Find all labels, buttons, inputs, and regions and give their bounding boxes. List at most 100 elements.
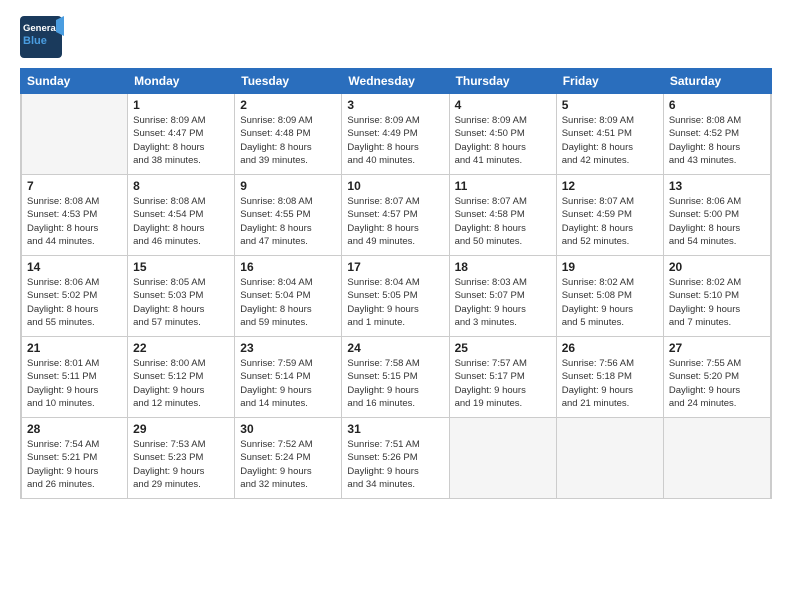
- calendar-cell: 3 Sunrise: 8:09 AMSunset: 4:49 PMDaylight…: [342, 94, 449, 174]
- calendar-body-outer: 1 Sunrise: 8:09 AMSunset: 4:47 PMDaylight…: [20, 94, 772, 499]
- calendar-cell: 18 Sunrise: 8:03 AMSunset: 5:07 PMDayligh…: [450, 256, 557, 336]
- day-number: 7: [27, 179, 122, 193]
- day-number: 9: [240, 179, 336, 193]
- day-info: Sunrise: 7:59 AMSunset: 5:14 PMDaylight:…: [240, 357, 336, 410]
- day-number: 5: [562, 98, 658, 112]
- day-number: 20: [669, 260, 765, 274]
- day-info: Sunrise: 8:01 AMSunset: 5:11 PMDaylight:…: [27, 357, 122, 410]
- day-number: 4: [455, 98, 551, 112]
- day-number: 8: [133, 179, 229, 193]
- calendar-cell: 8Sunrise: 8:08 AMSunset: 4:54 PMDaylight…: [128, 175, 235, 255]
- svg-text:Blue: Blue: [23, 35, 47, 47]
- day-info: Sunrise: 8:09 AMSunset: 4:49 PMDaylight:…: [347, 114, 443, 167]
- calendar-cell: 23 Sunrise: 7:59 AMSunset: 5:14 PMDayligh…: [235, 337, 342, 417]
- calendar-cell: 28Sunrise: 7:54 AMSunset: 5:21 PMDayligh…: [21, 418, 128, 498]
- calendar-cell: 17Sunrise: 8:04 AMSunset: 5:05 PMDayligh…: [342, 256, 449, 336]
- day-number: 18: [455, 260, 551, 274]
- calendar-cell: 4 Sunrise: 8:09 AMSunset: 4:50 PMDaylight…: [450, 94, 557, 174]
- calendar-cell: 12 Sunrise: 8:07 AMSunset: 4:59 PMDayligh…: [557, 175, 664, 255]
- day-number: 6: [669, 98, 765, 112]
- calendar-cell: [664, 418, 771, 498]
- calendar-cell: 26Sunrise: 7:56 AMSunset: 5:18 PMDayligh…: [557, 337, 664, 417]
- day-number: 19: [562, 260, 658, 274]
- day-info: Sunrise: 8:08 AMSunset: 4:52 PMDaylight:…: [669, 114, 765, 167]
- calendar-cell: 14 Sunrise: 8:06 AMSunset: 5:02 PMDayligh…: [21, 256, 128, 336]
- calendar-cell: 27 Sunrise: 7:55 AMSunset: 5:20 PMDayligh…: [664, 337, 771, 417]
- day-number: 3: [347, 98, 443, 112]
- day-number: 29: [133, 422, 229, 436]
- calendar-cell: 9 Sunrise: 8:08 AMSunset: 4:55 PMDaylight…: [235, 175, 342, 255]
- day-info: Sunrise: 8:09 AMSunset: 4:50 PMDaylight:…: [455, 114, 551, 167]
- calendar-cell: [21, 94, 128, 174]
- calendar-page: General Blue SundayMondayTuesdayWednesda…: [0, 0, 792, 612]
- logo: General Blue: [20, 16, 100, 58]
- day-info: Sunrise: 8:07 AMSunset: 4:57 PMDaylight:…: [347, 195, 443, 248]
- logo-svg: General Blue: [20, 16, 100, 58]
- day-number: 28: [27, 422, 122, 436]
- day-number: 15: [133, 260, 229, 274]
- header-day-monday: Monday: [128, 69, 235, 93]
- day-info: Sunrise: 8:09 AMSunset: 4:47 PMDaylight:…: [133, 114, 229, 167]
- calendar: SundayMondayTuesdayWednesdayThursdayFrid…: [20, 68, 772, 600]
- calendar-row-4: 28Sunrise: 7:54 AMSunset: 5:21 PMDayligh…: [21, 418, 771, 498]
- day-info: Sunrise: 8:08 AMSunset: 4:53 PMDaylight:…: [27, 195, 122, 248]
- calendar-cell: 30Sunrise: 7:52 AMSunset: 5:24 PMDayligh…: [235, 418, 342, 498]
- day-info: Sunrise: 8:07 AMSunset: 4:59 PMDaylight:…: [562, 195, 658, 248]
- calendar-row-3: 21 Sunrise: 8:01 AMSunset: 5:11 PMDayligh…: [21, 337, 771, 418]
- calendar-cell: 20 Sunrise: 8:02 AMSunset: 5:10 PMDayligh…: [664, 256, 771, 336]
- day-number: 12: [562, 179, 658, 193]
- day-info: Sunrise: 8:08 AMSunset: 4:55 PMDaylight:…: [240, 195, 336, 248]
- day-info: Sunrise: 7:55 AMSunset: 5:20 PMDaylight:…: [669, 357, 765, 410]
- calendar-cell: 16Sunrise: 8:04 AMSunset: 5:04 PMDayligh…: [235, 256, 342, 336]
- day-number: 25: [455, 341, 551, 355]
- calendar-cell: 1 Sunrise: 8:09 AMSunset: 4:47 PMDaylight…: [128, 94, 235, 174]
- calendar-cell: 6 Sunrise: 8:08 AMSunset: 4:52 PMDaylight…: [664, 94, 771, 174]
- day-info: Sunrise: 8:09 AMSunset: 4:48 PMDaylight:…: [240, 114, 336, 167]
- day-number: 14: [27, 260, 122, 274]
- calendar-cell: 5 Sunrise: 8:09 AMSunset: 4:51 PMDaylight…: [557, 94, 664, 174]
- day-number: 11: [455, 179, 551, 193]
- day-info: Sunrise: 7:52 AMSunset: 5:24 PMDaylight:…: [240, 438, 336, 491]
- calendar-cell: 19 Sunrise: 8:02 AMSunset: 5:08 PMDayligh…: [557, 256, 664, 336]
- calendar-cell: 2 Sunrise: 8:09 AMSunset: 4:48 PMDaylight…: [235, 94, 342, 174]
- calendar-body: 1 Sunrise: 8:09 AMSunset: 4:47 PMDaylight…: [21, 94, 771, 498]
- day-info: Sunrise: 8:03 AMSunset: 5:07 PMDaylight:…: [455, 276, 551, 329]
- day-number: 2: [240, 98, 336, 112]
- day-info: Sunrise: 8:00 AMSunset: 5:12 PMDaylight:…: [133, 357, 229, 410]
- header-day-wednesday: Wednesday: [342, 69, 449, 93]
- calendar-cell: [450, 418, 557, 498]
- calendar-row-1: 7 Sunrise: 8:08 AMSunset: 4:53 PMDaylight…: [21, 175, 771, 256]
- header-day-sunday: Sunday: [21, 69, 128, 93]
- calendar-cell: [557, 418, 664, 498]
- day-number: 1: [133, 98, 229, 112]
- calendar-cell: 31Sunrise: 7:51 AMSunset: 5:26 PMDayligh…: [342, 418, 449, 498]
- day-number: 21: [27, 341, 122, 355]
- calendar-cell: 7 Sunrise: 8:08 AMSunset: 4:53 PMDaylight…: [21, 175, 128, 255]
- day-number: 31: [347, 422, 443, 436]
- calendar-cell: 24 Sunrise: 7:58 AMSunset: 5:15 PMDayligh…: [342, 337, 449, 417]
- day-info: Sunrise: 8:05 AMSunset: 5:03 PMDaylight:…: [133, 276, 229, 329]
- day-info: Sunrise: 8:04 AMSunset: 5:04 PMDaylight:…: [240, 276, 336, 329]
- day-info: Sunrise: 8:02 AMSunset: 5:08 PMDaylight:…: [562, 276, 658, 329]
- calendar-cell: 29Sunrise: 7:53 AMSunset: 5:23 PMDayligh…: [128, 418, 235, 498]
- header-day-thursday: Thursday: [450, 69, 557, 93]
- day-number: 27: [669, 341, 765, 355]
- calendar-row-2: 14 Sunrise: 8:06 AMSunset: 5:02 PMDayligh…: [21, 256, 771, 337]
- calendar-header-row: SundayMondayTuesdayWednesdayThursdayFrid…: [20, 68, 772, 94]
- day-info: Sunrise: 8:09 AMSunset: 4:51 PMDaylight:…: [562, 114, 658, 167]
- day-info: Sunrise: 7:56 AMSunset: 5:18 PMDaylight:…: [562, 357, 658, 410]
- calendar-cell: 25Sunrise: 7:57 AMSunset: 5:17 PMDayligh…: [450, 337, 557, 417]
- calendar-cell: 21 Sunrise: 8:01 AMSunset: 5:11 PMDayligh…: [21, 337, 128, 417]
- day-number: 13: [669, 179, 765, 193]
- calendar-cell: 13Sunrise: 8:06 AMSunset: 5:00 PMDayligh…: [664, 175, 771, 255]
- day-info: Sunrise: 8:06 AMSunset: 5:02 PMDaylight:…: [27, 276, 122, 329]
- day-number: 23: [240, 341, 336, 355]
- day-number: 24: [347, 341, 443, 355]
- day-number: 10: [347, 179, 443, 193]
- day-info: Sunrise: 8:04 AMSunset: 5:05 PMDaylight:…: [347, 276, 443, 329]
- calendar-row-0: 1 Sunrise: 8:09 AMSunset: 4:47 PMDaylight…: [21, 94, 771, 175]
- header-day-tuesday: Tuesday: [235, 69, 342, 93]
- day-info: Sunrise: 8:02 AMSunset: 5:10 PMDaylight:…: [669, 276, 765, 329]
- header-day-friday: Friday: [557, 69, 664, 93]
- day-info: Sunrise: 7:58 AMSunset: 5:15 PMDaylight:…: [347, 357, 443, 410]
